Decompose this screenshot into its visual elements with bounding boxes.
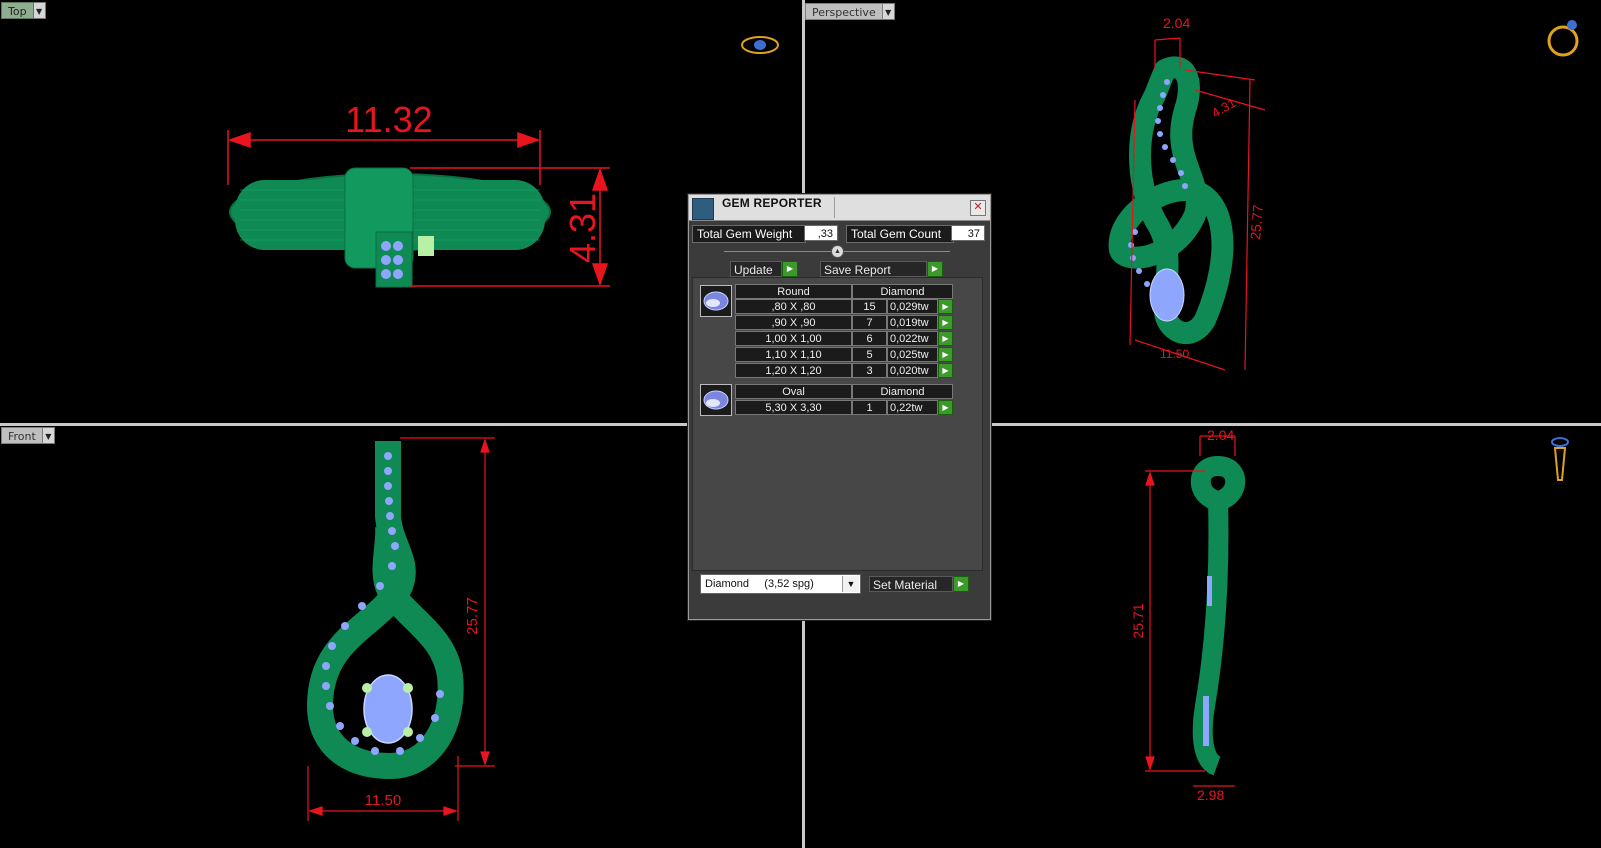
persp-dim-bottom: 11.50 — [1160, 347, 1189, 361]
titlebar-divider — [834, 197, 835, 218]
persp-dim-height: 25.77 — [1247, 204, 1266, 241]
gem-shape-header: Round — [735, 284, 852, 299]
front-view-model: 25.77 11.50 — [307, 437, 495, 821]
viewport-label-top[interactable]: Top — [1, 2, 34, 19]
gem-shape-header: Oval — [735, 384, 852, 399]
gem-count: 5 — [852, 347, 887, 362]
gem-count: 1 — [852, 400, 887, 415]
gem-weight: 0,020tw — [887, 363, 938, 378]
right-dim-top: 2.04 — [1207, 427, 1234, 443]
gem-material-header: Diamond — [852, 384, 953, 399]
chevron-down-icon[interactable]: ▼ — [42, 427, 55, 444]
persp-dim-top: 2.04 — [1163, 15, 1190, 31]
play-arrow-icon[interactable]: ▶ — [782, 261, 798, 277]
play-arrow-icon[interactable]: ▶ — [938, 363, 953, 378]
gem-material-header: Diamond — [852, 284, 953, 299]
gem-size: 1,10 X 1,10 — [735, 347, 852, 362]
gem-weight: 0,22tw — [887, 400, 938, 415]
persp-dim-side: 4.31 — [1209, 95, 1238, 121]
ring-orientation-icon — [741, 36, 779, 54]
viewport-front[interactable]: 25.77 11.50 Front ▼ — [0, 426, 802, 848]
material-select-value: Diamond (3,52 spg) — [705, 578, 814, 590]
play-arrow-icon[interactable]: ▶ — [938, 299, 953, 314]
viewport-top[interactable]: 11.32 4.31 Top ▼ — [0, 0, 802, 423]
top-view-model: 11.32 4.31 — [227, 99, 610, 288]
play-arrow-icon[interactable]: ▶ — [953, 576, 969, 592]
dialog-title: GEM REPORTER — [722, 196, 822, 210]
gem-reporter-dialog[interactable]: GEM REPORTER ✕ Total Gem Weight ,33 Tota… — [688, 194, 991, 620]
material-select[interactable]: Diamond (3,52 spg) ▼ — [700, 574, 861, 594]
gem-size: 5,30 X 3,30 — [735, 400, 852, 415]
top-dim-height: 4.31 — [562, 193, 603, 263]
collapse-arrow-icon[interactable]: ▲ — [831, 245, 844, 258]
update-button[interactable]: Update — [730, 261, 782, 277]
pendant-orientation-icon — [1551, 437, 1569, 481]
gem-weight: 0,029tw — [887, 299, 938, 314]
ring-orientation-icon — [1547, 20, 1579, 57]
total-count-value: 37 — [951, 225, 985, 241]
set-material-button[interactable]: Set Material — [869, 576, 953, 592]
gem-size: 1,00 X 1,00 — [735, 331, 852, 346]
chevron-down-icon[interactable]: ▼ — [33, 2, 46, 19]
gem-weight: 0,022tw — [887, 331, 938, 346]
play-arrow-icon[interactable]: ▶ — [927, 261, 943, 277]
play-arrow-icon[interactable]: ▶ — [938, 400, 953, 415]
play-arrow-icon[interactable]: ▶ — [938, 331, 953, 346]
chevron-down-icon[interactable]: ▼ — [882, 3, 895, 20]
front-dim-width: 11.50 — [365, 792, 401, 809]
gem-size: ,80 X ,80 — [735, 299, 852, 314]
total-weight-label: Total Gem Weight — [692, 225, 806, 243]
right-dim-height: 25.71 — [1130, 603, 1146, 638]
total-count-label: Total Gem Count — [846, 225, 954, 243]
play-arrow-icon[interactable]: ▶ — [938, 315, 953, 330]
oval-gem-icon — [700, 384, 732, 416]
right-dim-bottom: 2.98 — [1197, 787, 1224, 803]
viewport-label-perspective[interactable]: Perspective — [805, 3, 883, 20]
gem-count: 7 — [852, 315, 887, 330]
front-dim-height: 25.77 — [464, 597, 481, 635]
gem-count: 6 — [852, 331, 887, 346]
gem-reporter-logo-icon — [692, 198, 714, 220]
chevron-down-icon[interactable]: ▼ — [842, 576, 859, 592]
close-icon[interactable]: ✕ — [970, 200, 986, 216]
save-report-button[interactable]: Save Report — [820, 261, 927, 277]
round-gem-icon — [700, 285, 732, 317]
viewport-label-front[interactable]: Front — [1, 427, 43, 444]
play-arrow-icon[interactable]: ▶ — [938, 347, 953, 362]
gem-size: ,90 X ,90 — [735, 315, 852, 330]
dialog-titlebar[interactable]: GEM REPORTER ✕ — [689, 195, 990, 221]
gem-size: 1,20 X 1,20 — [735, 363, 852, 378]
gem-weight: 0,019tw — [887, 315, 938, 330]
total-weight-value: ,33 — [804, 225, 838, 241]
gem-list[interactable]: Round Diamond ,80 X ,80 15 0,029tw ▶ ,90… — [692, 277, 983, 571]
gem-count: 3 — [852, 363, 887, 378]
gem-count: 15 — [852, 299, 887, 314]
top-dim-width: 11.32 — [345, 99, 432, 140]
gem-weight: 0,025tw — [887, 347, 938, 362]
